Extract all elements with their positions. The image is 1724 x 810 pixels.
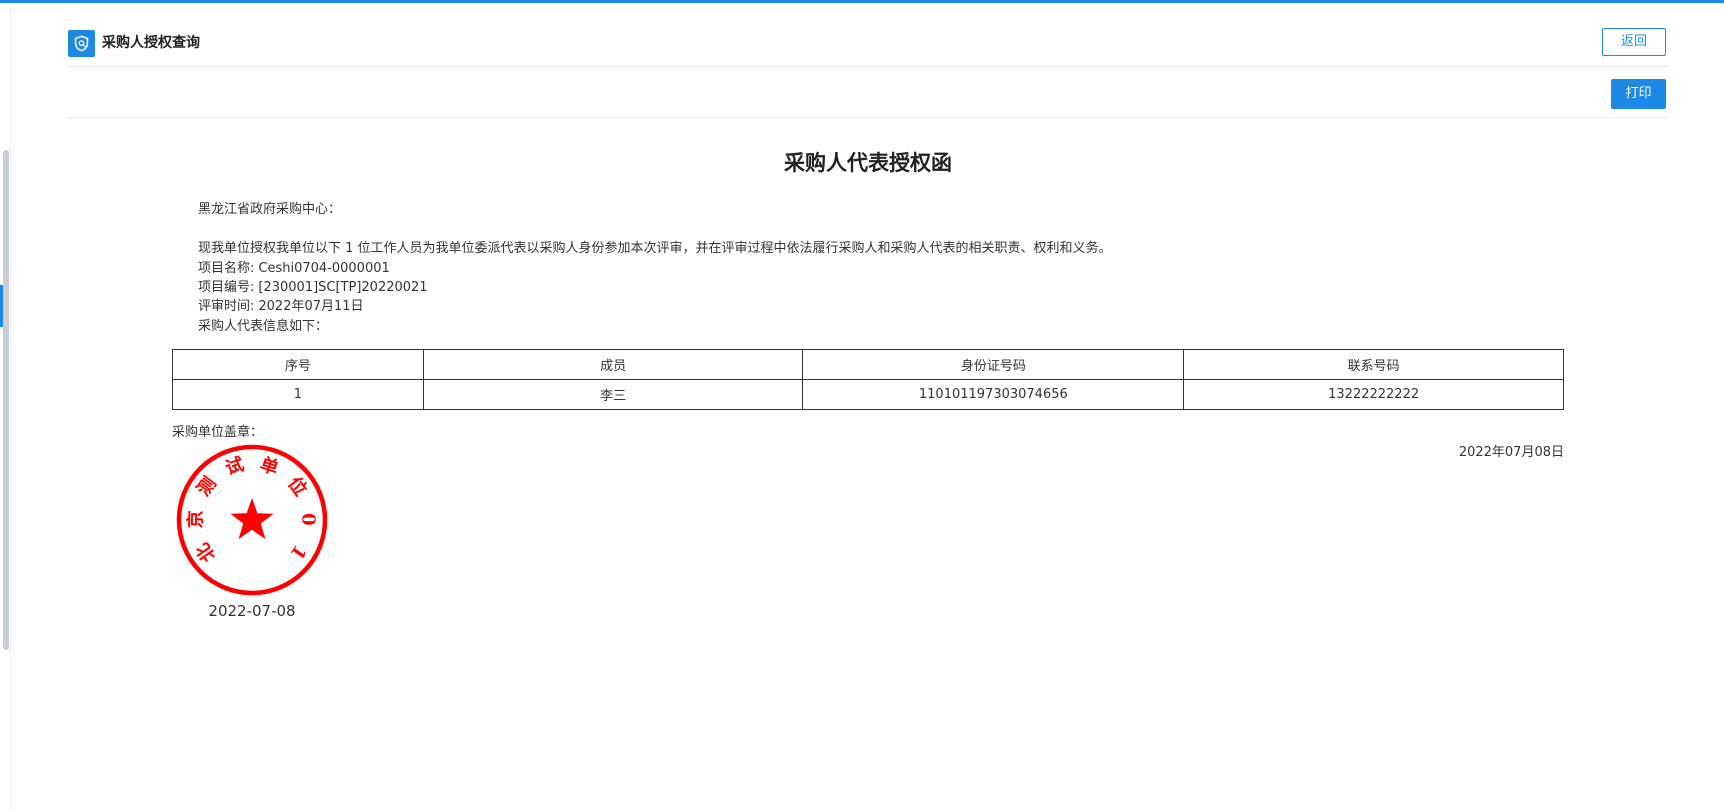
review-time-value: 2022年07月11日 <box>258 299 364 314</box>
print-button[interactable]: 打印 <box>1611 79 1666 109</box>
table-header-row: 序号 成员 身份证号码 联系号码 <box>172 349 1564 380</box>
addressee: 黑龙江省政府采购中心： <box>198 202 342 217</box>
project-number-row: 项目编号: [230001]SC[TP]20220021 <box>198 276 428 295</box>
seal-char: 测 <box>192 473 220 501</box>
column-header-phone: 联系号码 <box>1183 349 1564 380</box>
top-accent-bar <box>0 0 1724 3</box>
project-number-label: 项目编号: <box>198 280 255 295</box>
page-title: 采购人授权查询 <box>102 35 200 51</box>
cell-id-number: 110101197303074656 <box>802 379 1185 410</box>
seal-char: 试 <box>223 453 247 479</box>
seal-date: 2022-07-08 <box>208 602 296 620</box>
left-scrollbar[interactable] <box>3 150 9 650</box>
table-row: 1 李三 110101197303074656 13222222222 <box>172 379 1564 410</box>
review-time-label: 评审时间: <box>198 299 255 314</box>
signature-date: 2022年07月08日 <box>1458 445 1564 460</box>
seal-char: 位 <box>283 473 311 501</box>
shield-icon <box>68 30 95 57</box>
seal-char: 单 <box>257 453 281 479</box>
representative-table: 序号 成员 身份证号码 联系号码 1 李三 110101197303074656… <box>172 349 1564 410</box>
review-time-row: 评审时间: 2022年07月11日 <box>198 295 364 314</box>
back-button[interactable]: 返回 <box>1602 28 1666 56</box>
star-icon <box>230 498 274 540</box>
project-name-value: Ceshi0704-0000001 <box>258 261 390 276</box>
project-name-row: 项目名称: Ceshi0704-0000001 <box>198 257 390 276</box>
toolbar: 打印 <box>68 67 1668 118</box>
seal-char: 1 <box>286 541 310 563</box>
rep-info-label: 采购人代表信息如下： <box>198 319 329 334</box>
project-name-label: 项目名称: <box>198 261 255 276</box>
cell-index: 1 <box>172 379 424 410</box>
official-seal: 北京测试 单位 0 1 <box>176 444 328 596</box>
cell-member: 李三 <box>422 379 804 410</box>
column-header-member: 成员 <box>422 349 804 380</box>
cell-phone: 13222222222 <box>1183 379 1564 410</box>
seal-char: 京 <box>184 510 206 528</box>
document-title: 采购人代表授权函 <box>784 151 952 175</box>
authorization-statement: 现我单位授权我单位以下 1 位工作人员为我单位委派代表以采购人身份参加本次评审，… <box>198 241 1112 256</box>
seal-char: 北 <box>192 539 220 566</box>
page-header: 采购人授权查询 返回 <box>68 22 1668 67</box>
project-number-value: [230001]SC[TP]20220021 <box>258 280 428 295</box>
column-header-index: 序号 <box>172 349 424 380</box>
stamp-label: 采购单位盖章： <box>172 425 264 440</box>
seal-char: 0 <box>297 513 318 526</box>
column-header-id-number: 身份证号码 <box>802 349 1185 380</box>
left-nav-indicator <box>0 285 3 327</box>
left-panel-divider <box>10 3 11 810</box>
